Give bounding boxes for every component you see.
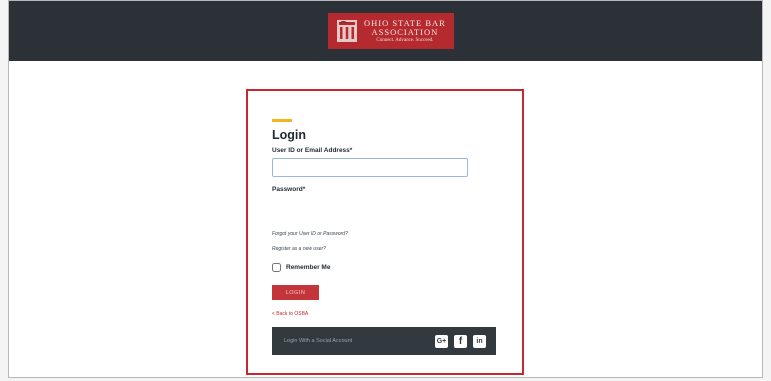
login-button[interactable]: LOGIN	[272, 285, 319, 300]
user-id-label: User ID or Email Address*	[272, 147, 353, 154]
logo-tagline: Connect. Advance. Succeed.	[376, 38, 434, 43]
password-input[interactable]	[272, 198, 468, 217]
columns-logo-icon	[337, 20, 357, 42]
login-card: Login User ID or Email Address* Password…	[246, 89, 524, 375]
login-title: Login	[272, 128, 307, 142]
back-to-osba-link[interactable]: < Back to OSBA	[272, 311, 308, 317]
register-link[interactable]: Register as a new user?	[272, 246, 326, 252]
linkedin-glyph: in	[476, 337, 483, 345]
page-frame: OHIO STATE BAR ASSOCIATION Connect. Adva…	[8, 0, 763, 378]
user-id-input[interactable]	[272, 158, 468, 177]
facebook-glyph: f	[458, 335, 463, 347]
google-plus-icon[interactable]: G+	[435, 334, 448, 348]
linkedin-icon[interactable]: in	[473, 334, 486, 348]
remember-me-checkbox[interactable]	[272, 263, 281, 272]
google-plus-glyph: G+	[436, 337, 447, 345]
social-login-bar: Login With a Social Account G+ f in	[272, 327, 496, 355]
forgot-credentials-link[interactable]: Forgot your User ID or Password?	[272, 231, 348, 237]
header-bar: OHIO STATE BAR ASSOCIATION Connect. Adva…	[9, 1, 762, 61]
remember-me-label: Remember Me	[286, 264, 331, 271]
remember-me-row: Remember Me	[272, 263, 330, 272]
osba-logo[interactable]: OHIO STATE BAR ASSOCIATION Connect. Adva…	[328, 13, 454, 49]
social-login-text: Login With a Social Account	[284, 338, 353, 344]
logo-line-2: ASSOCIATION	[371, 26, 439, 37]
facebook-icon[interactable]: f	[454, 334, 467, 348]
password-label: Password*	[272, 186, 306, 193]
logo-text: OHIO STATE BAR ASSOCIATION Connect. Adva…	[364, 19, 446, 43]
title-accent-bar	[272, 119, 292, 122]
